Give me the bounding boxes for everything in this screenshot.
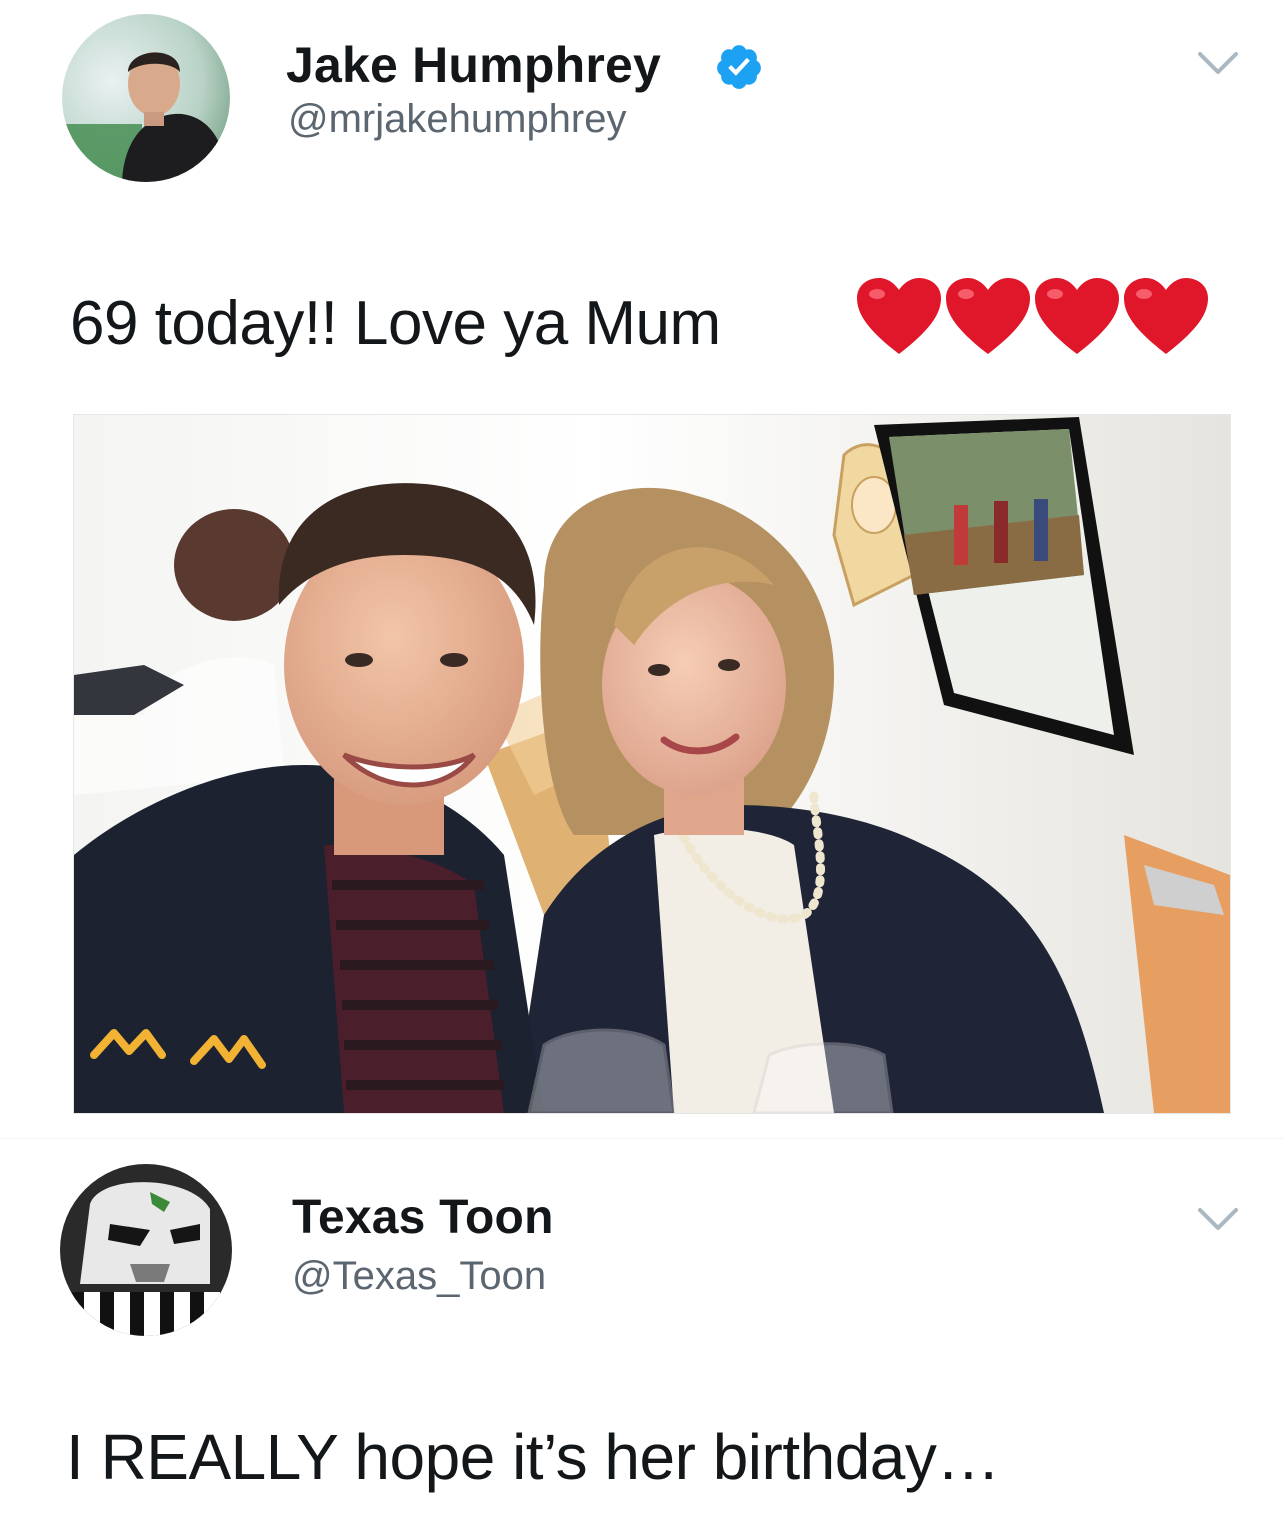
avatar-jake[interactable] [62,14,230,182]
red-heart-icon [1124,278,1208,354]
tweet-text: I REALLY hope it’s her birthday… [66,1421,1000,1493]
avatar-photo-stormtrooper [60,1164,232,1336]
handle[interactable]: @mrjakehumphrey [288,97,627,142]
chevron-down-icon[interactable] [1196,1204,1240,1234]
tweet-jake: Jake Humphrey @mrjakehumphrey 69 today!!… [0,0,1284,1120]
handle[interactable]: @Texas_Toon [292,1254,546,1299]
red-heart-icon [946,278,1030,354]
tweet-divider [0,1138,1284,1139]
avatar-texas-toon[interactable] [60,1164,232,1336]
verified-badge-icon [717,45,761,89]
red-heart-emojis [857,278,1208,354]
tweet-texas-toon: Texas Toon @Texas_Toon I REALLY hope it’… [0,1150,1284,1518]
tweet-text: 69 today!! Love ya Mum [70,289,721,358]
red-heart-icon [857,278,941,354]
tweet-photo[interactable] [73,414,1231,1114]
selfie-photo [74,415,1230,1113]
avatar-photo-jake [62,14,230,182]
chevron-down-icon[interactable] [1196,48,1240,78]
display-name[interactable]: Jake Humphrey [286,36,661,94]
display-name[interactable]: Texas Toon [292,1190,554,1245]
red-heart-icon [1035,278,1119,354]
